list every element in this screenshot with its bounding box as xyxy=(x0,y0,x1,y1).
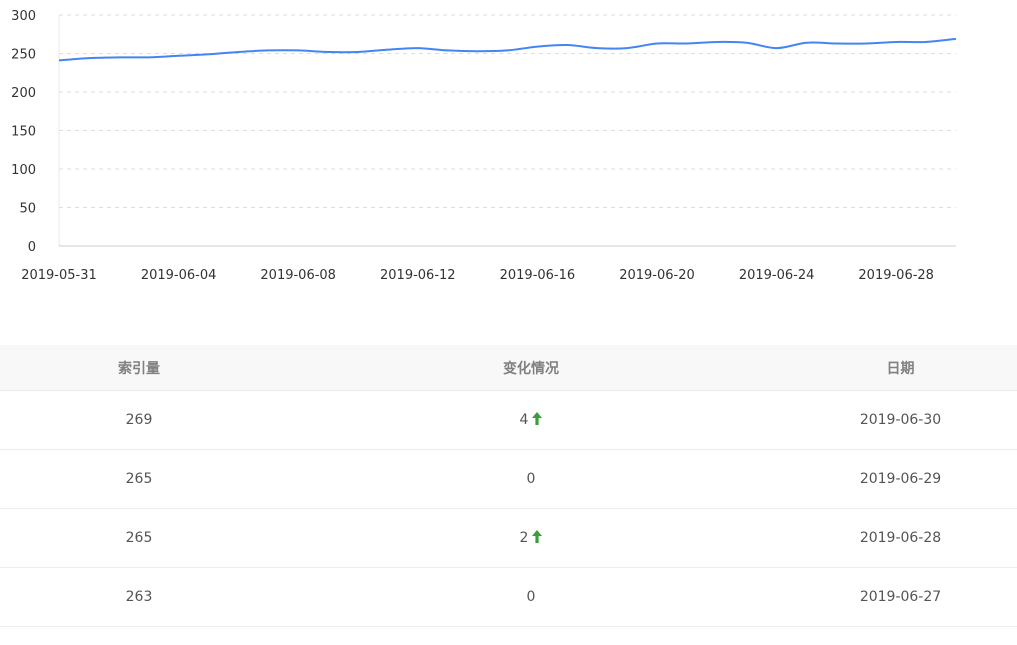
change-value: 0 xyxy=(526,471,536,487)
cell-index-count: 263 xyxy=(125,589,153,605)
cell-date: 2019-06-28 xyxy=(859,530,942,546)
y-tick-label: 100 xyxy=(11,163,36,178)
cell-change: 0 xyxy=(278,471,784,487)
up-arrow-icon xyxy=(532,529,543,547)
cell-change: 2 xyxy=(278,529,784,547)
header-change: 变化情况 xyxy=(503,360,559,377)
cell-date: 2019-06-27 xyxy=(859,589,942,605)
cell-index-count: 265 xyxy=(125,471,153,487)
cell-index-count: 265 xyxy=(125,530,153,546)
x-tick-label: 2019-06-04 xyxy=(141,268,217,283)
y-tick-label: 150 xyxy=(11,125,36,140)
cell-date: 2019-06-30 xyxy=(859,412,942,428)
header-date: 日期 xyxy=(886,360,915,377)
up-arrow-icon xyxy=(532,411,543,429)
table-row: 269 4 2019-06-30 xyxy=(0,391,1017,450)
cell-index-count: 269 xyxy=(125,412,153,428)
index-volume-table: 索引量 变化情况 日期 269 4 2019-06-30 265 0 2019-… xyxy=(0,345,1017,627)
change-value: 0 xyxy=(526,589,536,605)
y-tick-label: 0 xyxy=(28,240,36,255)
x-tick-label: 2019-06-28 xyxy=(858,268,934,283)
cell-change: 4 xyxy=(278,411,784,429)
x-tick-label: 2019-06-24 xyxy=(739,268,815,283)
series-layer xyxy=(58,37,957,62)
x-tick-label: 2019-05-31 xyxy=(21,268,97,283)
x-tick-label: 2019-06-20 xyxy=(619,268,695,283)
y-tick-label: 200 xyxy=(11,86,36,101)
cell-date: 2019-06-29 xyxy=(859,471,942,487)
header-index-count: 索引量 xyxy=(118,360,160,377)
x-axis: 2019-05-31 2019-06-04 2019-06-08 2019-06-12… xyxy=(21,245,956,283)
page-root: 0 50 100 150 200 250 300 2019-05-31 2019-06-04 2… xyxy=(0,0,1017,645)
y-tick-label: 50 xyxy=(19,202,36,217)
y-axis: 0 50 100 150 200 250 300 xyxy=(11,9,60,255)
grid-layer xyxy=(59,14,956,208)
table-row: 265 2 2019-06-28 xyxy=(0,509,1017,568)
x-tick-label: 2019-06-16 xyxy=(500,268,576,283)
change-value: 2 xyxy=(519,529,529,546)
index-volume-line-chart: 050100150200250300 2019-05-31 2019-06-04 2… xyxy=(11,9,957,283)
cell-change: 0 xyxy=(278,589,784,605)
y-tick-label: 300 xyxy=(11,9,36,24)
series-line xyxy=(58,37,957,62)
table-row: 263 0 2019-06-27 xyxy=(0,568,1017,627)
change-value: 4 xyxy=(519,411,529,428)
y-tick-label: 250 xyxy=(11,48,36,63)
x-tick-label: 2019-06-12 xyxy=(380,268,456,283)
table-header: 索引量 变化情况 日期 xyxy=(0,345,1017,391)
x-tick-label: 2019-06-08 xyxy=(260,268,336,283)
table-row: 265 0 2019-06-29 xyxy=(0,450,1017,509)
